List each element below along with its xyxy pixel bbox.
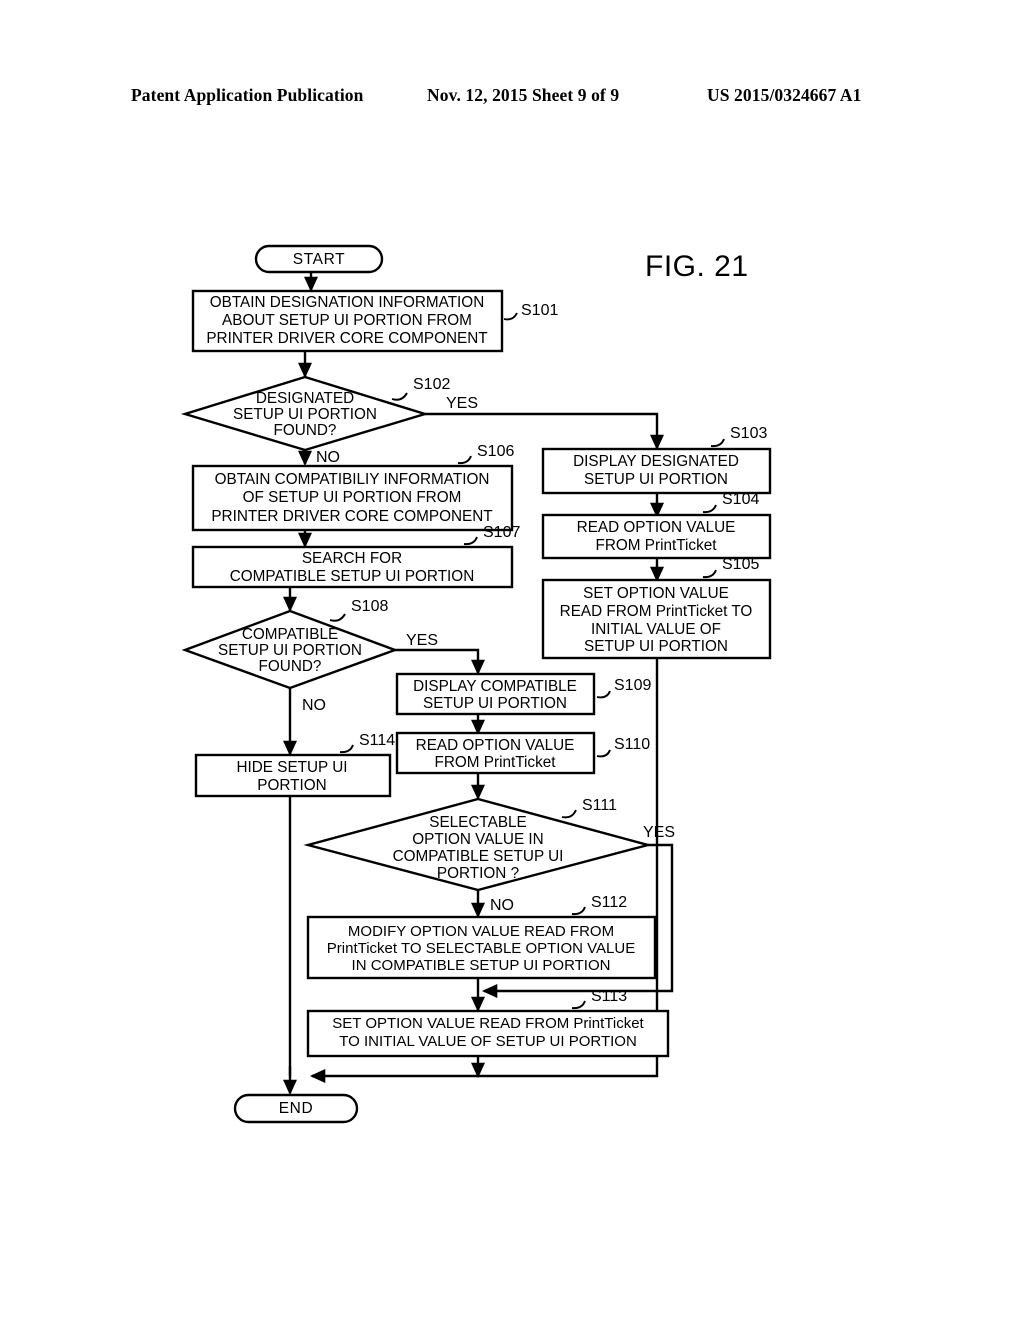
node-s102: DESIGNATED SETUP UI PORTION FOUND? S102 … [180, 375, 478, 466]
s103-line1: DISPLAY DESIGNATED [573, 453, 739, 470]
s105-leader [702, 569, 717, 579]
node-s101: OBTAIN DESIGNATION INFORMATION ABOUT SET… [191, 289, 558, 353]
s108-step-label: S108 [351, 598, 388, 615]
patent-figure-page: Patent Application Publication Nov. 12, … [0, 0, 1024, 1320]
s105-line3: INITIAL VALUE OF [591, 621, 721, 638]
s107-step-label: S107 [483, 524, 520, 541]
node-s106: OBTAIN COMPATIBILIY INFORMATION OF SETUP… [191, 443, 514, 532]
s101-step-label: S101 [521, 302, 558, 319]
s105-line2: READ FROM PrintTicket TO [560, 603, 753, 620]
s106-line3: PRINTER DRIVER CORE COMPONENT [211, 508, 492, 525]
s114-leader [339, 744, 354, 754]
s101-line3: PRINTER DRIVER CORE COMPONENT [206, 330, 487, 347]
s103-step-label: S103 [730, 425, 767, 442]
s111-line1: SELECTABLE [429, 814, 527, 831]
s110-step-label: S110 [614, 736, 650, 753]
s105-line4: SETUP UI PORTION [584, 638, 728, 655]
s102-no-label: NO [316, 449, 340, 466]
s108-leader [329, 613, 346, 622]
s108-no-label: NO [302, 697, 326, 714]
s111-leader [561, 809, 577, 819]
node-s114: HIDE SETUP UI PORTION S114 [194, 732, 395, 798]
s109-step-label: S109 [614, 677, 651, 694]
s104-step-label: S104 [722, 491, 759, 508]
s111-line4: PORTION ? [437, 865, 519, 882]
node-start: START [254, 244, 384, 274]
s109-leader [596, 690, 611, 699]
s112-line2: PrintTicket TO SELECTABLE OPTION VALUE [327, 940, 635, 957]
s102-line2: SETUP UI PORTION [233, 406, 377, 423]
s113-step-label: S113 [591, 988, 627, 1005]
s108-line1: COMPATIBLE [242, 626, 338, 643]
s108-line2: SETUP UI PORTION [218, 642, 362, 659]
s102-line3: FOUND? [274, 422, 337, 439]
s102-line1: DESIGNATED [256, 390, 354, 407]
s105-step-label: S105 [722, 556, 759, 573]
s101-leader [503, 312, 518, 321]
node-s107: SEARCH FOR COMPATIBLE SETUP UI PORTION S… [191, 524, 520, 589]
node-s113: SET OPTION VALUE READ FROM PrintTicket T… [306, 988, 670, 1058]
s111-yes-label: YES [643, 824, 675, 841]
s105-line1: SET OPTION VALUE [583, 585, 729, 602]
s112-line3: IN COMPATIBLE SETUP UI PORTION [352, 957, 611, 974]
s104-line2: FROM PrintTicket [596, 537, 718, 554]
s110-line1: READ OPTION VALUE [416, 737, 575, 754]
s103-line2: SETUP UI PORTION [584, 471, 728, 488]
s107-line1: SEARCH FOR [302, 550, 402, 567]
s104-leader [702, 504, 717, 514]
s114-step-label: S114 [359, 732, 395, 749]
s106-line2: OF SETUP UI PORTION FROM [243, 489, 462, 506]
s107-line2: COMPATIBLE SETUP UI PORTION [230, 568, 475, 585]
s109-line1: DISPLAY COMPATIBLE [413, 678, 577, 695]
s110-line2: FROM PrintTicket [435, 754, 557, 771]
start-label: START [293, 251, 345, 268]
flowchart-diagram: START OBTAIN DESIGNATION INFORMATION ABO… [180, 244, 772, 1124]
s109-line2: SETUP UI PORTION [423, 695, 567, 712]
s112-leader [571, 906, 586, 916]
s111-no-label: NO [490, 897, 514, 914]
s107-leader [463, 536, 478, 546]
s104-line1: READ OPTION VALUE [577, 519, 736, 536]
s101-line1: OBTAIN DESIGNATION INFORMATION [210, 294, 485, 311]
s103-leader [710, 438, 725, 448]
s111-step-label: S111 [582, 797, 617, 814]
s113-line1: SET OPTION VALUE READ FROM PrintTicket [332, 1015, 644, 1032]
s113-line2: TO INITIAL VALUE OF SETUP UI PORTION [339, 1033, 637, 1050]
edge-s102-yes-s103 [425, 412, 664, 451]
s102-leader [391, 392, 408, 401]
node-end: END [233, 1093, 359, 1124]
s110-leader [596, 749, 611, 758]
s114-line1: HIDE SETUP UI [236, 759, 347, 776]
node-s112: MODIFY OPTION VALUE READ FROM PrintTicke… [306, 894, 657, 980]
s102-step-label: S102 [413, 376, 450, 393]
s108-yes-label: YES [406, 632, 438, 649]
s111-line2: OPTION VALUE IN [412, 831, 543, 848]
s106-line1: OBTAIN COMPATIBILIY INFORMATION [215, 471, 490, 488]
s108-line3: FOUND? [259, 658, 322, 675]
s111-line3: COMPATIBLE SETUP UI [393, 848, 564, 865]
node-s110: READ OPTION VALUE FROM PrintTicket S110 [395, 731, 650, 775]
s106-step-label: S106 [477, 443, 514, 460]
s114-line2: PORTION [257, 777, 326, 794]
node-s109: DISPLAY COMPATIBLE SETUP UI PORTION S109 [395, 672, 651, 716]
s101-line2: ABOUT SETUP UI PORTION FROM [222, 312, 472, 329]
s102-yes-label: YES [446, 395, 478, 412]
s112-line1: MODIFY OPTION VALUE READ FROM [348, 923, 614, 940]
s113-leader [571, 1000, 586, 1010]
s106-leader [457, 455, 472, 465]
end-label: END [279, 1100, 314, 1117]
edge-s108-yes-s109 [395, 648, 485, 676]
s112-step-label: S112 [591, 894, 627, 911]
